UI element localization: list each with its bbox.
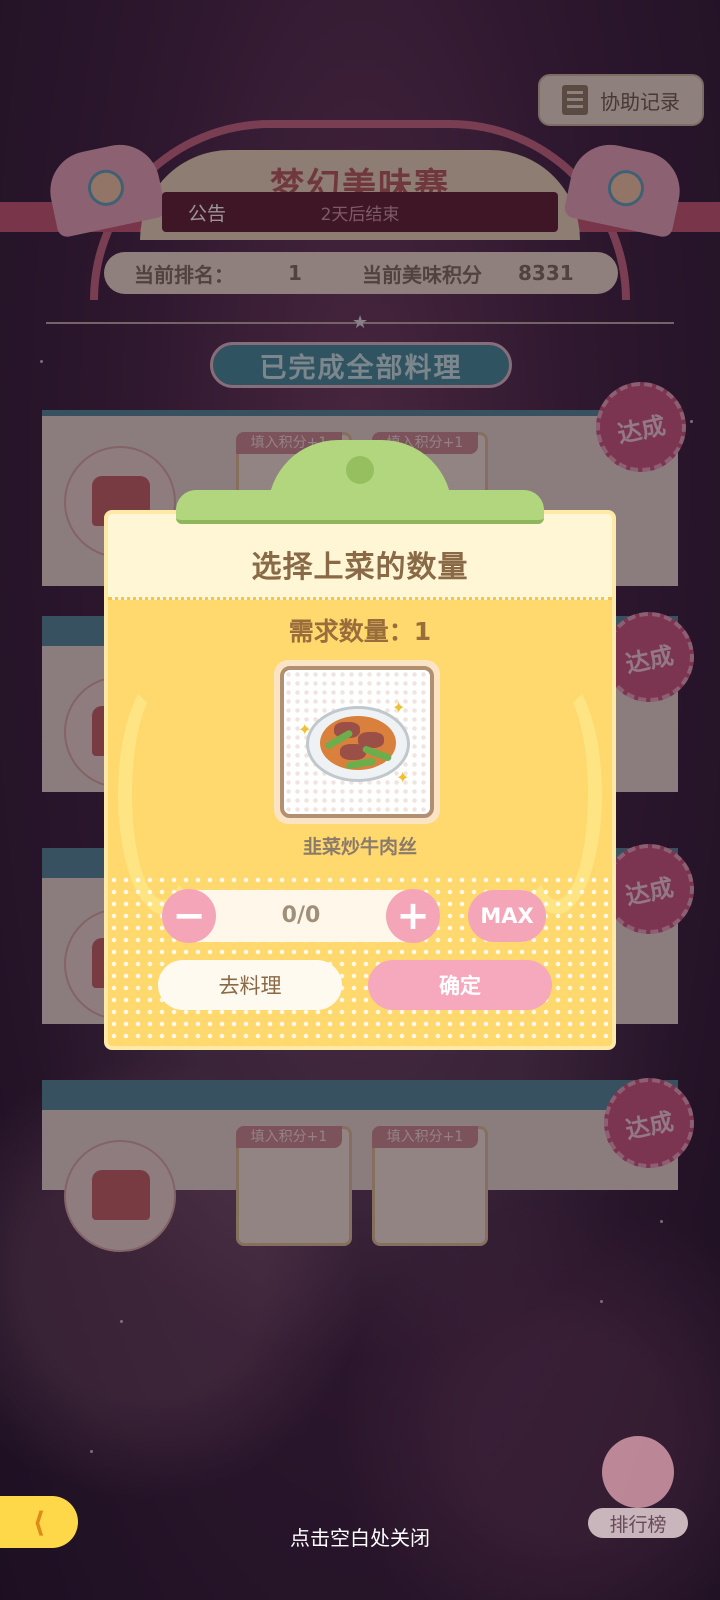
required-quantity: 需求数量：1: [288, 617, 432, 646]
max-button[interactable]: MAX: [468, 890, 546, 942]
confirm-button[interactable]: 确定: [368, 960, 552, 1010]
dish-name: 韭菜炒牛肉丝: [302, 836, 417, 858]
leaderboard-label: 排行榜: [588, 1508, 688, 1538]
dialog-title: 选择上菜的数量: [251, 550, 469, 585]
leaderboard-button[interactable]: 排行榜: [588, 1434, 688, 1538]
dish-image-frame: ✦ ✦ ✦: [274, 660, 440, 824]
decrease-button[interactable]: −: [162, 889, 216, 943]
cake-icon: [602, 1436, 674, 1508]
go-cook-button[interactable]: 去料理: [158, 960, 342, 1010]
increase-button[interactable]: +: [386, 889, 440, 943]
serve-quantity-dialog: 选择上菜的数量 需求数量：1 ✦ ✦ ✦ 韭菜炒牛肉丝 − 0/0 + MAX …: [104, 510, 616, 1050]
clipboard-clip: [176, 440, 544, 530]
quantity-value: 0/0: [281, 903, 321, 928]
stir-fried-beef-dish-icon: ✦ ✦ ✦: [280, 666, 434, 818]
